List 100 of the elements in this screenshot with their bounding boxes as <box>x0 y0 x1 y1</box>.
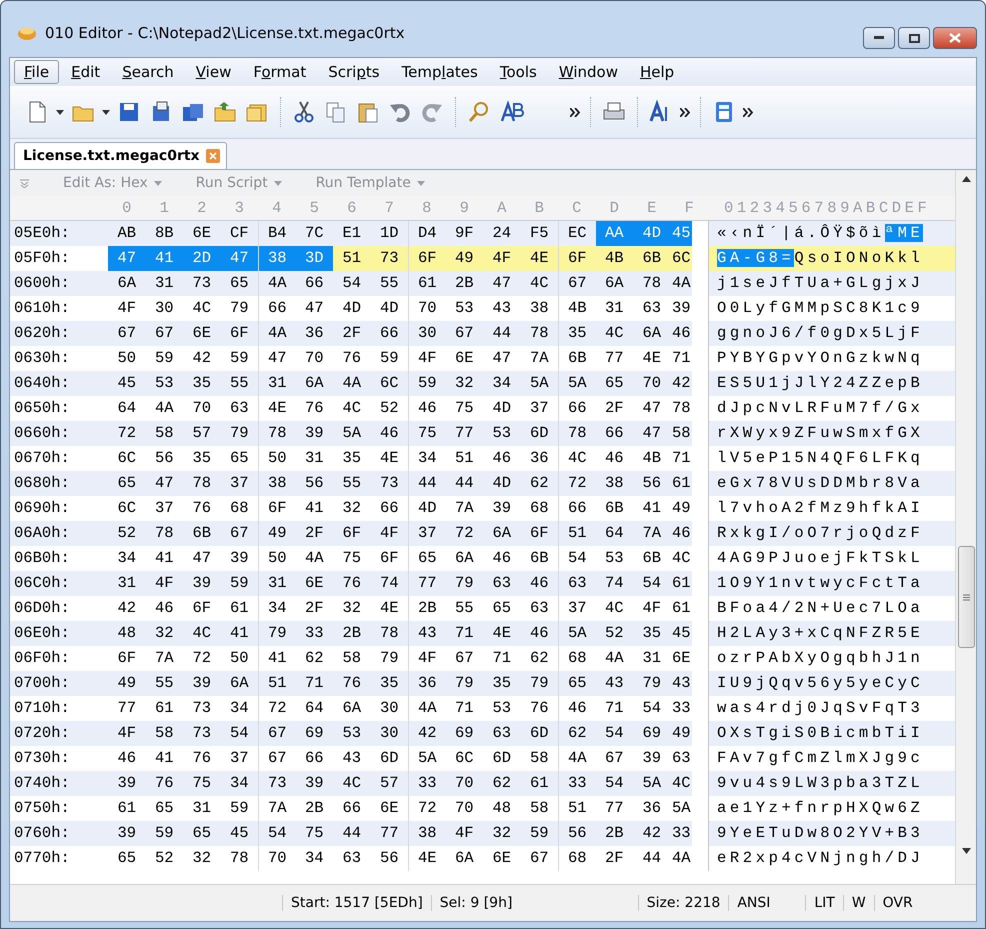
address-cell: 0740h: <box>10 771 108 796</box>
hex-byte: 78 <box>258 421 296 446</box>
hex-byte: 5A <box>558 371 596 396</box>
hex-byte: 39 <box>108 771 146 796</box>
hex-byte: 6A <box>296 371 333 396</box>
hex-byte: 44 <box>333 821 370 846</box>
hex-byte: 61 <box>670 471 692 496</box>
column-header: 1 <box>158 198 170 219</box>
hex-byte: 65 <box>220 271 258 296</box>
hex-byte: 7A <box>633 521 670 546</box>
hex-byte: 45 <box>220 821 258 846</box>
hex-byte: 72 <box>558 471 596 496</box>
hex-byte: 4A <box>333 371 370 396</box>
hex-byte: 46 <box>520 621 558 646</box>
scroll-up-icon[interactable] <box>962 176 970 182</box>
hex-byte: 75 <box>296 821 333 846</box>
hex-byte: 6C <box>670 246 692 271</box>
hex-byte: 52 <box>108 521 146 546</box>
hex-byte: 6B <box>183 521 220 546</box>
hex-byte: 51 <box>558 521 596 546</box>
minimize-button[interactable] <box>863 27 895 49</box>
hex-byte: 33 <box>670 821 692 846</box>
dropdown-caret-icon[interactable] <box>56 110 64 114</box>
address-cell: 0700h: <box>10 671 108 696</box>
hex-byte: 59 <box>146 821 183 846</box>
hex-byte: 38 <box>258 246 296 271</box>
menu-item[interactable]: View <box>186 60 242 84</box>
menu-item[interactable]: Edit <box>61 60 110 84</box>
hex-byte: 6D <box>520 421 558 446</box>
hex-byte: 41 <box>220 621 258 646</box>
hex-byte: 4C <box>596 321 633 346</box>
hex-byte: 58 <box>670 421 692 446</box>
hex-byte: AB <box>108 221 146 246</box>
hex-byte: 6F <box>333 521 370 546</box>
menu-item[interactable]: Templates <box>392 60 488 84</box>
hex-byte: 79 <box>258 621 296 646</box>
scroll-thumb[interactable] <box>958 546 974 648</box>
hex-byte: 65 <box>108 471 146 496</box>
menu-item[interactable]: File <box>14 60 60 84</box>
hex-byte: 4D <box>483 471 520 496</box>
scrollbar[interactable] <box>955 170 976 884</box>
dropdown-caret-icon[interactable] <box>102 110 110 114</box>
chevron-icon[interactable] <box>743 108 753 116</box>
file-tab[interactable]: License.txt.megac0rtx <box>14 142 227 169</box>
hex-byte: 45 <box>670 621 692 646</box>
hex-byte: 66 <box>596 421 633 446</box>
hex-byte: 6A <box>220 671 258 696</box>
hex-byte: 62 <box>483 771 520 796</box>
column-header: 0 <box>121 198 132 219</box>
hex-byte: B4 <box>258 221 296 246</box>
hex-byte: 69 <box>633 721 670 746</box>
hex-byte: 32 <box>446 371 483 396</box>
menu-item[interactable]: Help <box>630 60 684 84</box>
hex-byte: 43 <box>596 671 633 696</box>
hex-byte: 2B <box>446 271 483 296</box>
hex-byte: 75 <box>408 421 446 446</box>
hex-byte: 2B <box>333 621 370 646</box>
menu-item[interactable]: Window <box>548 60 628 84</box>
hex-byte: 5A <box>633 771 670 796</box>
caret-icon <box>416 180 425 186</box>
hex-byte: 63 <box>483 721 520 746</box>
hex-byte: 54 <box>333 271 370 296</box>
hex-byte: 43 <box>670 671 692 696</box>
hex-byte: F5 <box>520 221 558 246</box>
hex-byte: 35 <box>633 621 670 646</box>
hex-byte: 39 <box>183 671 220 696</box>
hex-byte: 64 <box>596 521 633 546</box>
hex-byte: 30 <box>408 321 446 346</box>
address-cell: 0660h: <box>10 421 108 446</box>
hex-byte: 78 <box>183 471 220 496</box>
hex-byte: 49 <box>670 721 692 746</box>
scroll-down-icon[interactable] <box>962 848 970 854</box>
hex-byte: 54 <box>596 771 633 796</box>
menu-item[interactable]: Search <box>112 60 184 84</box>
hex-byte: 67 <box>220 521 258 546</box>
hex-byte: 4A <box>258 321 296 346</box>
menu-item[interactable]: Tools <box>490 60 547 84</box>
menu-item[interactable]: Format <box>243 60 316 84</box>
address-cell: 0620h: <box>10 321 108 346</box>
minimize-icon <box>874 36 884 40</box>
hex-byte: 76 <box>333 571 370 596</box>
close-button[interactable] <box>933 27 977 49</box>
hex-byte: 6F <box>520 521 558 546</box>
hex-byte: 74 <box>596 571 633 596</box>
hex-byte: 73 <box>370 246 408 271</box>
hex-byte: 62 <box>558 721 596 746</box>
hex-byte: 4F <box>483 246 520 271</box>
maximize-button[interactable] <box>898 27 930 49</box>
chevron-icon[interactable] <box>570 108 580 116</box>
address-cell: 06E0h: <box>10 621 108 646</box>
chevron-icon[interactable] <box>680 108 690 116</box>
hex-byte: 72 <box>108 421 146 446</box>
hex-byte: 38 <box>596 471 633 496</box>
hex-byte: AA <box>596 221 633 246</box>
address-cell: 0640h: <box>10 371 108 396</box>
hex-byte: 42 <box>670 371 692 396</box>
hex-byte: 39 <box>296 421 333 446</box>
hex-byte: 73 <box>183 721 220 746</box>
hex-byte: 44 <box>483 321 520 346</box>
menu-item[interactable]: Scripts <box>318 60 390 84</box>
